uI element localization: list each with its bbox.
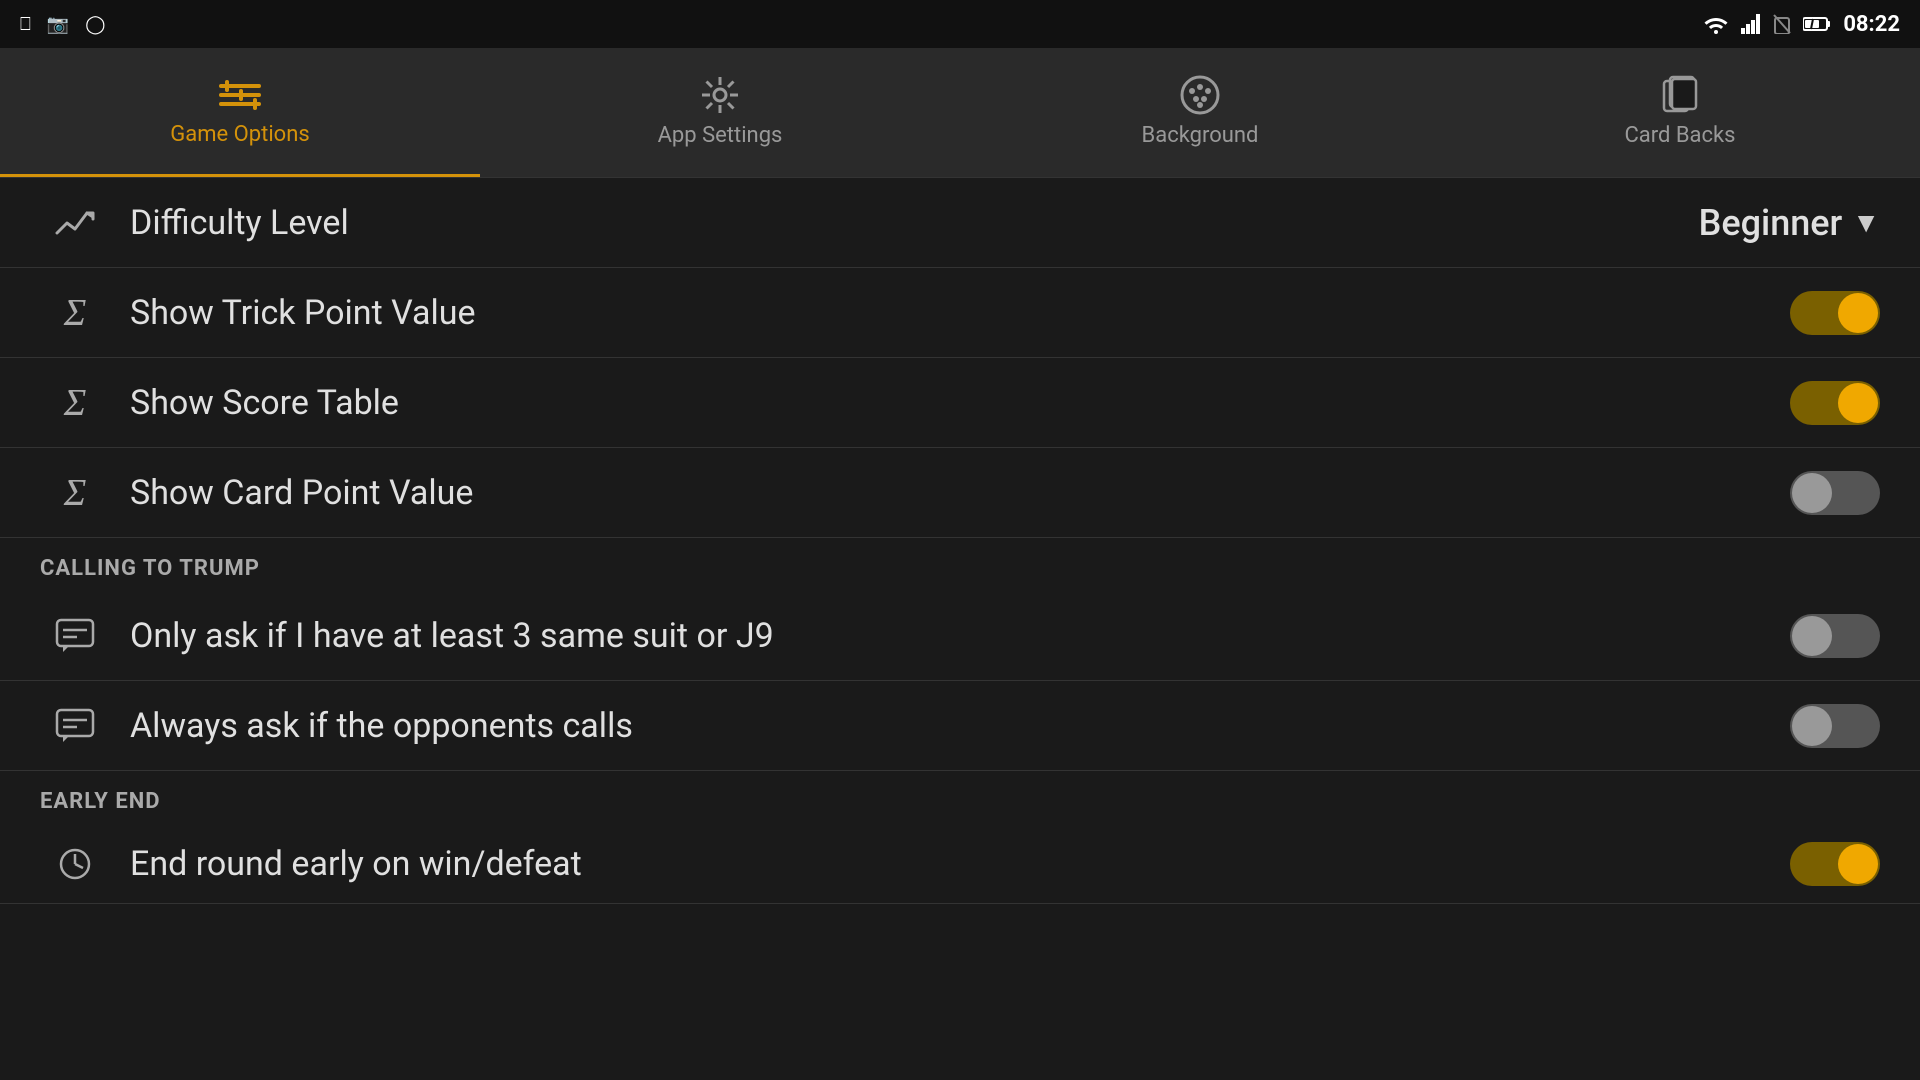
difficulty-level-row[interactable]: Difficulty Level Beginner ▼ <box>0 178 1920 268</box>
difficulty-dropdown[interactable]: Beginner ▼ <box>1699 202 1880 244</box>
show-score-table-toggle[interactable] <box>1790 381 1880 425</box>
only-ask-3-suit-label: Only ask if I have at least 3 same suit … <box>110 616 1790 656</box>
game-options-icon <box>219 76 261 114</box>
nav-tabs: Game Options App Settings <box>0 48 1920 178</box>
record-icon: ◯ <box>85 14 105 35</box>
tab-background-label: Background <box>1142 123 1259 148</box>
tab-game-options-label: Game Options <box>170 122 309 147</box>
time-display: 08:22 <box>1843 12 1900 37</box>
show-trick-point-label: Show Trick Point Value <box>110 293 1790 333</box>
show-score-table-row[interactable]: Σ Show Score Table <box>0 358 1920 448</box>
tab-app-settings[interactable]: App Settings <box>480 48 960 177</box>
status-bar-left: ⎕ 📷 ◯ <box>20 14 105 35</box>
signal-icon <box>1741 14 1761 34</box>
difficulty-value[interactable]: Beginner ▼ <box>1699 202 1880 244</box>
battery-icon <box>1803 15 1831 33</box>
chat-icon-2 <box>40 708 110 744</box>
show-trick-point-value-row[interactable]: Σ Show Trick Point Value <box>0 268 1920 358</box>
sigma-icon-2: Σ <box>40 381 110 425</box>
toggle-knob-2 <box>1838 383 1878 423</box>
sigma-icon-3: Σ <box>40 471 110 515</box>
difficulty-label: Difficulty Level <box>110 203 1699 243</box>
tab-game-options[interactable]: Game Options <box>0 48 480 177</box>
only-ask-3-suit-row[interactable]: Only ask if I have at least 3 same suit … <box>0 591 1920 681</box>
toggle-knob-3 <box>1792 473 1832 513</box>
tab-card-backs-label: Card Backs <box>1624 123 1735 148</box>
image-icon: 📷 <box>47 14 69 35</box>
difficulty-icon <box>40 205 110 241</box>
always-ask-opponents-toggle[interactable] <box>1790 704 1880 748</box>
always-ask-opponents-label: Always ask if the opponents calls <box>110 706 1790 746</box>
end-round-icon <box>40 846 110 882</box>
dropdown-arrow-icon: ▼ <box>1852 206 1880 239</box>
status-bar: ⎕ 📷 ◯ 08:22 <box>0 0 1920 48</box>
tab-background[interactable]: Background <box>960 48 1440 177</box>
end-round-early-toggle[interactable] <box>1790 842 1880 886</box>
app-settings-icon <box>700 75 740 115</box>
always-ask-opponents-row[interactable]: Always ask if the opponents calls <box>0 681 1920 771</box>
wifi-icon <box>1703 14 1729 34</box>
sigma-icon-1: Σ <box>40 291 110 335</box>
card-backs-icon <box>1660 75 1700 115</box>
show-card-point-toggle[interactable] <box>1790 471 1880 515</box>
end-round-early-label: End round early on win/defeat <box>110 844 1790 884</box>
show-card-point-value-row[interactable]: Σ Show Card Point Value <box>0 448 1920 538</box>
difficulty-selected: Beginner <box>1699 202 1843 244</box>
only-ask-3-suit-toggle[interactable] <box>1790 614 1880 658</box>
tab-card-backs[interactable]: Card Backs <box>1440 48 1920 177</box>
show-trick-point-toggle[interactable] <box>1790 291 1880 335</box>
early-end-header: EARLY END <box>0 771 1920 824</box>
no-sim-icon <box>1773 14 1791 34</box>
content-area: Difficulty Level Beginner ▼ Σ Show Trick… <box>0 178 1920 904</box>
show-card-point-label: Show Card Point Value <box>110 473 1790 513</box>
toggle-knob-1 <box>1838 293 1878 333</box>
toggle-knob-4 <box>1792 616 1832 656</box>
phone-icon: ⎕ <box>20 14 31 35</box>
tab-app-settings-label: App Settings <box>658 123 783 148</box>
toggle-knob-6 <box>1838 844 1878 884</box>
background-icon <box>1180 75 1220 115</box>
end-round-early-row[interactable]: End round early on win/defeat <box>0 824 1920 904</box>
toggle-knob-5 <box>1792 706 1832 746</box>
show-score-table-label: Show Score Table <box>110 383 1790 423</box>
status-bar-right: 08:22 <box>1703 12 1900 37</box>
calling-to-trump-header: CALLING TO TRUMP <box>0 538 1920 591</box>
chat-icon-1 <box>40 618 110 654</box>
